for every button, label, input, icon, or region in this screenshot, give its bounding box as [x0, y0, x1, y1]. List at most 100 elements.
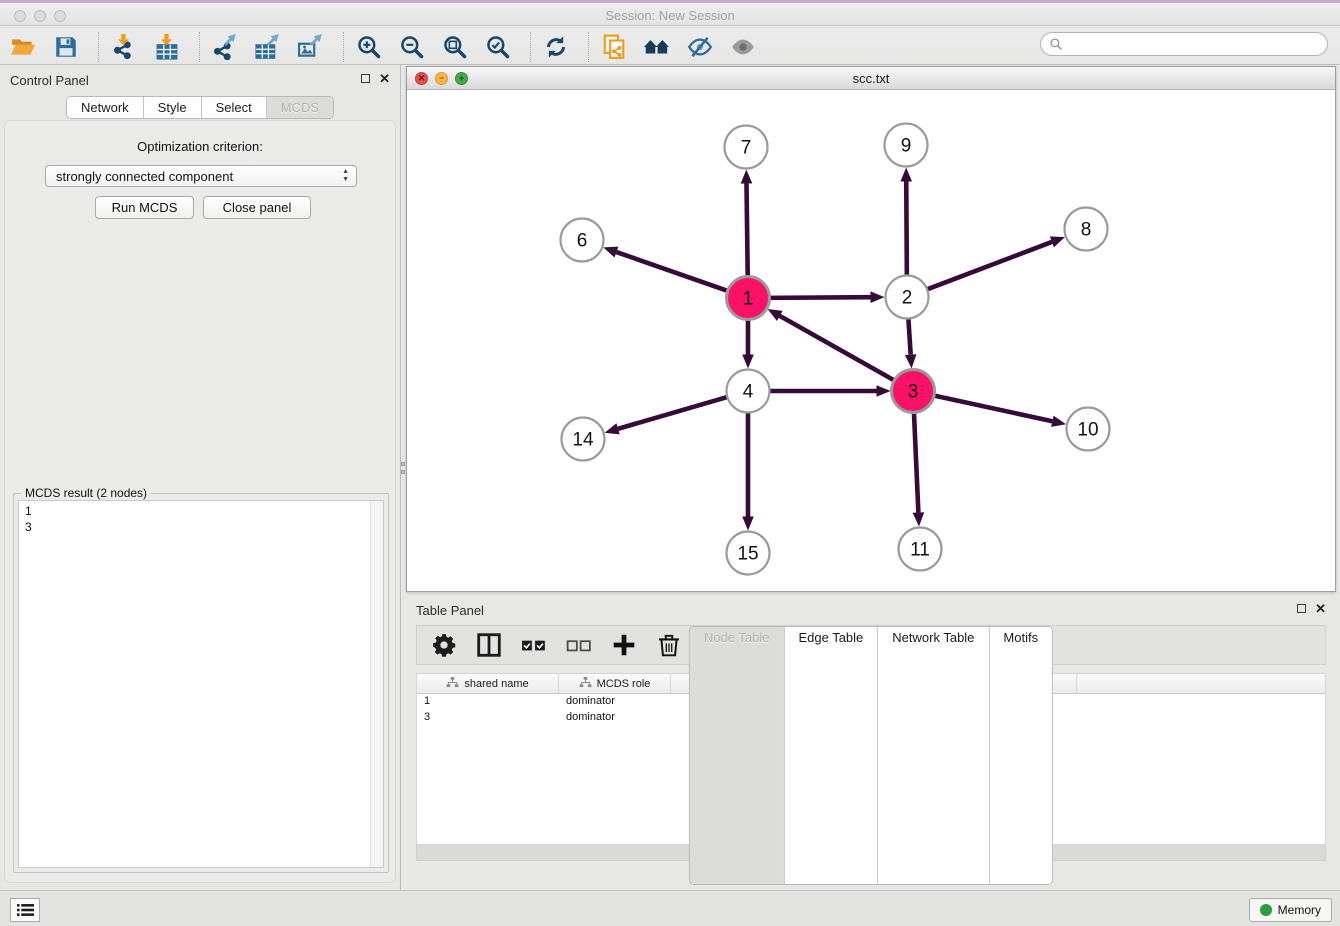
edge-arrow-2-3 [905, 354, 917, 368]
window-title: Session: New Session [0, 8, 1340, 23]
zoom-out-icon[interactable] [397, 33, 427, 61]
run-mcds-button[interactable]: Run MCDS [95, 196, 194, 219]
edge-arrow-2-8 [1050, 237, 1065, 248]
node-1[interactable]: 1 [727, 277, 770, 320]
list-icon [17, 903, 34, 917]
memory-button[interactable]: Memory [1249, 898, 1332, 922]
result-scrollbar[interactable] [370, 501, 383, 867]
eye-icon[interactable] [728, 33, 758, 61]
cell[interactable]: dominator [559, 710, 671, 726]
network-canvas[interactable]: 7 9 6 8 1 2 4 3 14 10 15 11 [407, 90, 1335, 591]
edge-arrow-1-4 [742, 355, 754, 369]
tab-mcds[interactable]: MCDS [267, 97, 333, 118]
select-all-icon[interactable] [521, 633, 547, 657]
app-titlebar: Session: New Session [0, 0, 1340, 26]
homes-icon[interactable] [642, 33, 672, 61]
gear-icon[interactable] [431, 633, 457, 657]
tab-network-table[interactable]: Network Table [878, 627, 989, 884]
control-panel-title: Control Panel [10, 73, 89, 88]
tab-edge-table[interactable]: Edge Table [784, 627, 878, 884]
cell[interactable]: 1 [417, 694, 559, 710]
tab-select[interactable]: Select [202, 97, 267, 118]
export-network-icon[interactable] [210, 33, 240, 61]
chevron-up-down-icon: ▲▼ [342, 168, 349, 184]
edge-2-9[interactable] [906, 181, 907, 277]
node-14[interactable]: 14 [562, 418, 605, 461]
control-panel: Control Panel ✕ NetworkStyleSelectMCDS O… [0, 65, 401, 890]
node-label: 8 [1081, 220, 1092, 241]
eye-slash-icon[interactable] [685, 33, 715, 61]
edge-2-3[interactable] [908, 316, 910, 354]
clear-selection-icon[interactable] [566, 633, 592, 657]
node-15[interactable]: 15 [727, 532, 770, 575]
table-panel-title: Table Panel [416, 603, 484, 618]
column-header-MCDS-role[interactable]: MCDS role [559, 674, 671, 693]
edge-3-1[interactable] [780, 316, 896, 382]
result-line: 1 [25, 503, 383, 519]
edge-4-14[interactable] [618, 396, 729, 428]
search-input[interactable] [1040, 32, 1328, 56]
dev-panel-button[interactable] [10, 898, 40, 922]
edge-arrow-2-9 [900, 167, 912, 181]
network-graph[interactable]: 7 9 6 8 1 2 4 3 14 10 15 11 [407, 90, 1335, 591]
import-network-icon[interactable] [109, 33, 139, 61]
save-disk-icon[interactable] [51, 33, 81, 61]
cell[interactable]: dominator [559, 694, 671, 710]
column-header-shared-name[interactable]: shared name [417, 674, 559, 693]
close-panel-icon[interactable]: ✕ [379, 73, 390, 84]
open-folder-icon[interactable] [8, 33, 38, 61]
tab-node-table[interactable]: Node Table [690, 627, 785, 884]
node-6[interactable]: 6 [561, 219, 604, 262]
node-label: 2 [902, 288, 913, 309]
toolbar-separator [588, 32, 589, 62]
mcds-result-group: MCDS result (2 nodes) 13 [13, 493, 389, 873]
edge-arrow-1-7 [741, 169, 753, 183]
zoom-fit-icon[interactable] [440, 33, 470, 61]
network-view-title: scc.txt [407, 71, 1335, 86]
clone-network-icon[interactable] [599, 33, 629, 61]
close-table-panel-icon[interactable]: ✕ [1315, 603, 1326, 614]
tab-motifs[interactable]: Motifs [989, 627, 1052, 884]
node-7[interactable]: 7 [725, 126, 768, 169]
node-10[interactable]: 10 [1067, 408, 1110, 451]
edge-arrow-4-14 [605, 423, 620, 434]
node-4[interactable]: 4 [727, 370, 770, 413]
search-icon [1049, 37, 1063, 51]
node-11[interactable]: 11 [899, 528, 942, 571]
refresh-icon[interactable] [541, 33, 571, 61]
node-3[interactable]: 3 [892, 370, 935, 413]
network-window-titlebar[interactable]: ✕ − + scc.txt [407, 67, 1335, 90]
import-table-icon[interactable] [152, 33, 182, 61]
edge-2-8[interactable] [925, 242, 1052, 290]
criterion-value: strongly connected component [56, 169, 233, 184]
edge-arrow-3-10 [1051, 416, 1066, 427]
zoom-in-icon[interactable] [354, 33, 384, 61]
mcds-result-list[interactable]: 13 [18, 500, 384, 868]
mcds-result-title: MCDS result (2 nodes) [21, 486, 151, 500]
trash-icon[interactable] [656, 633, 682, 657]
node-8[interactable]: 8 [1065, 208, 1108, 251]
float-panel-icon[interactable] [361, 74, 370, 83]
tab-style[interactable]: Style [144, 97, 202, 118]
edge-1-6[interactable] [616, 252, 729, 292]
plus-icon[interactable] [611, 633, 637, 657]
node-label: 15 [737, 544, 758, 565]
export-table-icon[interactable] [253, 33, 283, 61]
criterion-select[interactable]: strongly connected component ▲▼ [45, 165, 357, 187]
node-9[interactable]: 9 [885, 124, 928, 167]
float-table-panel-icon[interactable] [1297, 604, 1306, 613]
split-columns-icon[interactable] [476, 633, 502, 657]
table-panel: Table Panel ✕ f(x) shared nameMCDS roles… [406, 595, 1336, 888]
node-2[interactable]: 2 [886, 276, 929, 319]
edge-1-2[interactable] [767, 297, 870, 298]
tab-network[interactable]: Network [67, 97, 144, 118]
edge-3-11[interactable] [914, 410, 919, 512]
edge-3-10[interactable] [932, 395, 1052, 421]
cell[interactable]: 3 [417, 710, 559, 726]
edge-1-7[interactable] [746, 183, 747, 278]
export-image-icon[interactable] [296, 33, 326, 61]
close-panel-button[interactable]: Close panel [203, 196, 311, 219]
node-label: 11 [910, 540, 930, 561]
node-label: 7 [741, 138, 752, 159]
zoom-selected-icon[interactable] [483, 33, 513, 61]
